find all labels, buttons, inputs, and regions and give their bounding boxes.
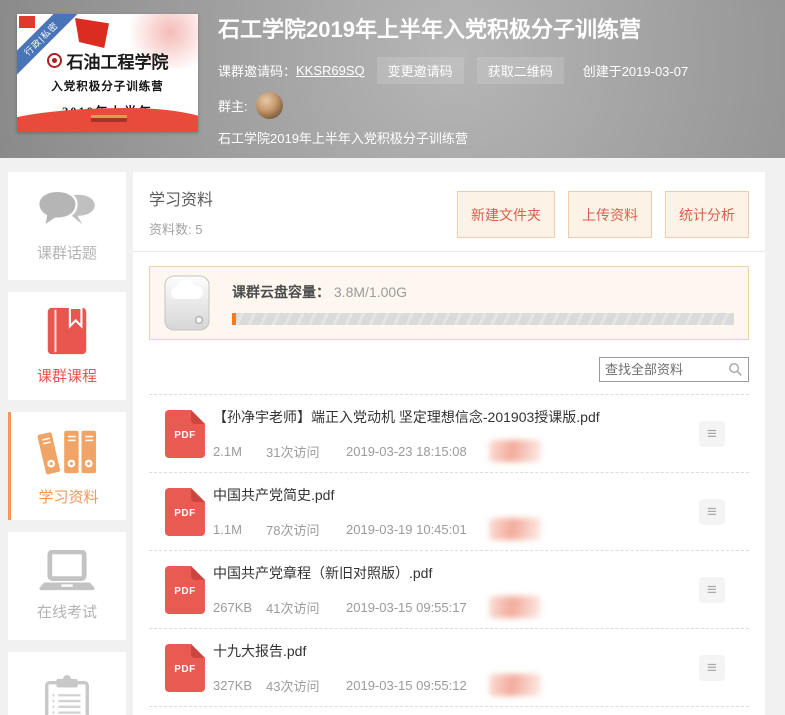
book-icon	[44, 306, 90, 356]
sidebar-item-courses[interactable]: 课群课程	[8, 292, 126, 400]
uploader-name-redacted	[489, 674, 541, 696]
cloud-storage-box: 课群云盘容量： 3.8M/1.00G	[149, 266, 749, 340]
hamburger-menu-icon: ≡	[707, 503, 717, 520]
china-flag-icon	[19, 16, 35, 28]
file-row: PDF 十九大报告.pdf 327KB 43次访问 2019-03-15 09:…	[149, 628, 749, 706]
course-banner-image: 行政|私密 石油工程学院 入党积极分子训练营 2019年上半年	[17, 14, 198, 132]
storage-value: 3.8M/1.00G	[334, 284, 407, 300]
file-type-icon: PDF	[165, 410, 205, 458]
file-row: DOC 2019年上半年党校培训预习材料（超链接版）.docx 18KB 184…	[149, 706, 749, 715]
sidebar-item-materials[interactable]: 学习资料	[8, 412, 126, 520]
school-seal-icon	[47, 53, 62, 68]
clipboard-icon	[41, 674, 93, 715]
materials-panel: 学习资料 资料数: 5 新建文件夹 上传资料 统计分析	[133, 172, 765, 715]
file-visit-count: 41次访问	[266, 598, 346, 617]
binders-icon	[37, 425, 101, 477]
file-type-label: PDF	[165, 664, 205, 675]
storage-used-fill	[232, 313, 236, 325]
file-name-link[interactable]: 【孙净宇老师】端正入党动机 坚定理想信念-201903授课版.pdf	[213, 407, 699, 427]
file-actions-menu-button[interactable]: ≡	[699, 655, 725, 681]
page-title: 石工学院2019年上半年入党积极分子训练营	[218, 16, 773, 44]
file-type-icon: PDF	[165, 488, 205, 536]
file-row: PDF 【孙净宇老师】端正入党动机 坚定理想信念-201903授课版.pdf 2…	[149, 394, 749, 472]
file-name-link[interactable]: 中国共产党简史.pdf	[213, 485, 699, 505]
banner-school-name: 石油工程学院	[17, 48, 198, 73]
file-actions-menu-button[interactable]: ≡	[699, 499, 725, 525]
cloud-drive-icon	[164, 275, 210, 331]
sidebar-item-label: 课群课程	[37, 365, 97, 386]
owner-label: 群主:	[218, 96, 248, 115]
hamburger-menu-icon: ≡	[707, 425, 717, 442]
file-upload-date: 2019-03-15 09:55:12	[346, 678, 489, 693]
course-description: 石工学院2019年上半年入党积极分子训练营	[218, 128, 773, 147]
invite-code-link[interactable]: KKSR69SQ	[296, 63, 365, 78]
file-type-icon: PDF	[165, 566, 205, 614]
invite-code-label: 课群邀请码：	[218, 61, 296, 80]
file-visit-count: 31次访问	[266, 442, 346, 461]
banner-subtitle: 入党积极分子训练营	[17, 78, 198, 94]
tiananmen-silhouette	[91, 115, 127, 122]
file-upload-date: 2019-03-19 10:45:01	[346, 522, 489, 537]
uploader-name-redacted	[489, 596, 541, 618]
statistics-button[interactable]: 统计分析	[665, 191, 749, 238]
file-upload-date: 2019-03-15 09:55:17	[346, 600, 489, 615]
file-size: 267KB	[213, 600, 266, 615]
change-invite-code-button[interactable]: 变更邀请码	[377, 57, 464, 84]
new-folder-button[interactable]: 新建文件夹	[457, 191, 555, 238]
file-type-label: PDF	[165, 430, 205, 441]
file-upload-date: 2019-03-23 18:15:08	[346, 444, 489, 459]
created-date: 创建于2019-03-07	[583, 61, 689, 80]
file-type-icon: PDF	[165, 644, 205, 692]
sidebar-item-topics[interactable]: 课群话题	[8, 172, 126, 280]
file-actions-menu-button[interactable]: ≡	[699, 421, 725, 447]
course-header: 行政|私密 石油工程学院 入党积极分子训练营 2019年上半年 石工学院2019…	[0, 0, 785, 158]
section-divider	[133, 251, 765, 252]
upload-material-button[interactable]: 上传资料	[568, 191, 652, 238]
uploader-name-redacted	[489, 440, 541, 462]
search-box	[599, 357, 749, 382]
file-name-link[interactable]: 中国共产党章程（新旧对照版）.pdf	[213, 563, 699, 583]
sidebar-item-label: 在线考试	[37, 601, 97, 622]
red-flag-graphic	[75, 18, 109, 48]
file-list: PDF 【孙净宇老师】端正入党动机 坚定理想信念-201903授课版.pdf 2…	[149, 394, 749, 715]
hamburger-menu-icon: ≡	[707, 659, 717, 676]
chat-bubbles-icon	[36, 189, 98, 233]
sidebar-item-label: 课群话题	[37, 242, 97, 263]
sidebar-item-exams[interactable]: 在线考试	[8, 532, 126, 640]
hamburger-menu-icon: ≡	[707, 581, 717, 598]
file-type-label: PDF	[165, 508, 205, 519]
search-icon[interactable]	[728, 362, 743, 377]
file-row: PDF 中国共产党章程（新旧对照版）.pdf 267KB 41次访问 2019-…	[149, 550, 749, 628]
invite-code-row: 课群邀请码： KKSR69SQ 变更邀请码 获取二维码 创建于2019-03-0…	[218, 57, 773, 84]
file-size: 2.1M	[213, 444, 266, 459]
file-visit-count: 78次访问	[266, 520, 346, 539]
storage-progress-bar	[232, 313, 734, 325]
group-owner-row: 群主:	[218, 92, 773, 119]
file-size: 327KB	[213, 678, 266, 693]
laptop-icon	[35, 550, 99, 592]
file-name-link[interactable]: 十九大报告.pdf	[213, 641, 699, 661]
storage-label: 课群云盘容量：	[232, 284, 330, 300]
get-qr-code-button[interactable]: 获取二维码	[477, 57, 564, 84]
sidebar-item-label: 学习资料	[38, 486, 98, 507]
sidebar: 课群话题 课群课程	[8, 172, 126, 715]
materials-count: 资料数: 5	[149, 219, 213, 238]
section-title: 学习资料	[149, 186, 213, 210]
file-row: PDF 中国共产党简史.pdf 1.1M 78次访问 2019-03-19 10…	[149, 472, 749, 550]
file-visit-count: 43次访问	[266, 676, 346, 695]
file-actions-menu-button[interactable]: ≡	[699, 577, 725, 603]
file-size: 1.1M	[213, 522, 266, 537]
file-type-label: PDF	[165, 586, 205, 597]
uploader-name-redacted	[489, 518, 541, 540]
search-input[interactable]	[605, 362, 728, 377]
sidebar-item-assignments[interactable]	[8, 652, 126, 715]
owner-avatar[interactable]	[256, 92, 283, 119]
